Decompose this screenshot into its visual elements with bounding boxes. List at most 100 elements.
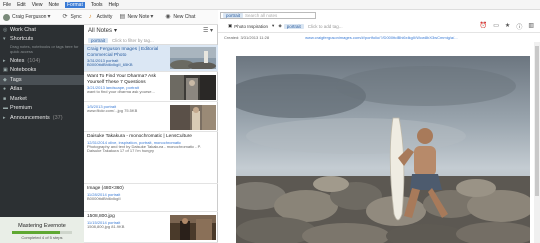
sync-icon: ⟳: [62, 14, 68, 20]
chevron-down-icon: ▾: [272, 23, 275, 28]
mastering-evernote-panel[interactable]: Mastering Evernote Completed 4 of 5 step…: [0, 217, 84, 243]
filter-tag-chip[interactable]: portrait: [88, 37, 109, 43]
new-note-button[interactable]: ▤ New Note ▾: [119, 14, 158, 20]
sidebar-item-notebooks[interactable]: ▣ Notebooks: [0, 66, 84, 76]
sidebar-item-label: Tags: [10, 76, 22, 83]
mastering-progress-bar: [12, 231, 72, 234]
note-icon: ▸: [3, 57, 6, 64]
notebook-selector[interactable]: Photo Inspiration: [234, 24, 268, 29]
new-note-label: New Note: [127, 14, 150, 20]
filter-tag-input[interactable]: Click to filter by tag...: [112, 38, 154, 43]
sidebar-item-label: Atlas: [10, 86, 23, 93]
note-text: Daisuke Takakura - monochromatic | LensC…: [87, 134, 215, 154]
note-actions: ⏰ ▭ ★ ⓘ ▥: [480, 22, 534, 31]
list-item[interactable]: Daisuke Takakura - monochromatic | LensC…: [84, 132, 218, 184]
note-metadata: Created: 3/31/2013 11:28 www.craigfergus…: [218, 33, 540, 42]
add-tag-input[interactable]: Click to add tag...: [308, 24, 343, 29]
note-snippet: B0000ttdBhi6xIkgII: [87, 195, 121, 201]
note-list-header: All Notes ▾ ☰ ▾: [84, 25, 217, 36]
sidebar: ◎ Work Chat ▾ Shortcuts Drag notes, note…: [0, 25, 84, 243]
reminder-icon[interactable]: ⏰: [480, 22, 487, 31]
account-button[interactable]: Craig Ferguson ▾: [3, 13, 55, 21]
notes-count: (104): [27, 57, 41, 64]
bell-icon: ♪: [88, 14, 92, 20]
star-icon: ▾: [3, 36, 6, 43]
menu-bar: File Edit View Note Format Tools Help: [0, 0, 540, 10]
sidebar-item-announcements[interactable]: ▸ Announcements (37): [0, 113, 84, 123]
note-text: Want To Find Your Dharma? Ask Yourself T…: [87, 74, 169, 95]
note-list-title[interactable]: All Notes: [88, 28, 112, 34]
sidebar-item-work-chat[interactable]: ◎ Work Chat: [0, 25, 84, 35]
chat-icon: ◎: [3, 26, 8, 33]
menu-format[interactable]: Format: [65, 1, 85, 8]
sidebar-item-label: Notebooks: [10, 67, 37, 74]
sidebar-item-premium[interactable]: ▬ Premium: [0, 104, 84, 114]
note-title: Craig Ferguson Images | Editorial Commer…: [87, 47, 159, 58]
note-snippet: B0000ttdBhi6xIkgII_65KB: [87, 62, 133, 68]
info-icon[interactable]: ⓘ: [516, 22, 522, 31]
tag-filter-bar: portrait Click to filter by tag...: [84, 36, 217, 45]
list-item[interactable]: Want To Find Your Dharma? Ask Yourself T…: [84, 72, 218, 102]
sidebar-item-tags[interactable]: ◆ Tags: [0, 75, 84, 85]
sidebar-item-label: Premium: [10, 105, 33, 112]
menu-help[interactable]: Help: [109, 2, 119, 8]
mastering-title: Mastering Evernote: [18, 223, 66, 229]
account-name: Craig Ferguson: [12, 14, 47, 20]
editor-scrollbar[interactable]: [534, 42, 540, 243]
note-text: Image (480×360) 11/28/2014 portrait B000…: [87, 186, 169, 201]
progress-fill: [12, 231, 60, 234]
location-pin-icon: ●: [3, 86, 7, 93]
avatar: [3, 13, 10, 21]
sidebar-item-notes[interactable]: ▸ Notes (104): [0, 56, 84, 66]
sidebar-item-label: Announcements: [10, 114, 50, 121]
shortcuts-help-text: Drag notes, notebooks or tags here for q…: [10, 44, 79, 54]
menu-tools[interactable]: Tools: [91, 2, 103, 8]
sidebar-item-label: Notes: [10, 57, 25, 64]
list-item[interactable]: 1508,800.jpg 11/15/2014 portrait 1508,80…: [84, 212, 218, 243]
chat-icon: ◉: [165, 14, 171, 20]
note-snippet: want to find your dharma ask yourse...: [87, 89, 155, 95]
source-url[interactable]: www.craigfergusonimages.com/#/portfolio/…: [305, 35, 458, 40]
search-input[interactable]: portrait Search all notes: [220, 11, 316, 19]
search-placeholder: Search all notes: [245, 12, 278, 18]
main-toolbar: Craig Ferguson ▾ ⟳ Sync ♪ Activity ▤ New…: [0, 10, 218, 25]
announcements-count: (37): [52, 114, 63, 121]
notebook-icon: ▣: [228, 23, 233, 28]
note-toolbar: ▣ Photo Inspiration ▾ ◆ portrait Click t…: [218, 20, 540, 33]
list-item[interactable]: 1/5/2013 portrait www.flickr.com/...jpg …: [84, 102, 218, 132]
note-thumbnail: [170, 215, 216, 240]
chevron-down-icon: ▾: [150, 14, 154, 20]
note-thumbnail: [170, 47, 216, 69]
scrollbar-thumb[interactable]: [535, 46, 539, 196]
note-tag-chip[interactable]: portrait: [283, 23, 304, 29]
delete-icon[interactable]: ▥: [528, 22, 534, 31]
sync-button[interactable]: ⟳ Sync: [62, 14, 81, 20]
activity-label: Activity: [96, 14, 113, 20]
menu-view[interactable]: View: [32, 2, 43, 8]
present-icon[interactable]: ▭: [493, 22, 499, 31]
announcement-icon: ▸: [3, 114, 6, 121]
shortcut-star-icon[interactable]: ★: [505, 22, 510, 31]
mastering-steps: Completed 4 of 5 steps: [21, 235, 63, 240]
sync-label: Sync: [70, 14, 82, 20]
menu-file[interactable]: File: [3, 2, 11, 8]
menu-edit[interactable]: Edit: [17, 2, 26, 8]
view-options-icon[interactable]: ☰ ▾: [203, 27, 213, 34]
notebook-icon: ▣: [3, 67, 8, 74]
sidebar-item-atlas[interactable]: ● Atlas: [0, 85, 84, 95]
chevron-down-icon: ▾: [114, 28, 118, 34]
menu-note[interactable]: Note: [48, 2, 59, 8]
list-item[interactable]: Image (480×360) 11/28/2014 portrait B000…: [84, 184, 218, 212]
new-chat-button[interactable]: ◉ New Chat: [165, 14, 195, 20]
note-snippet: Photography and text by Daisuke Takakura…: [87, 143, 201, 154]
activity-button[interactable]: ♪ Activity: [89, 14, 113, 20]
note-list: All Notes ▾ ☰ ▾ portrait Click to filter…: [84, 25, 218, 243]
market-icon: ■: [3, 95, 7, 102]
sidebar-item-label: Work Chat: [10, 26, 36, 33]
list-item[interactable]: Craig Ferguson Images | Editorial Commer…: [84, 45, 218, 72]
sidebar-item-shortcuts[interactable]: ▾ Shortcuts: [0, 35, 84, 45]
sidebar-item-market[interactable]: ■ Market: [0, 94, 84, 104]
note-text: 1/5/2013 portrait www.flickr.com/...jpg …: [87, 104, 169, 114]
note-thumbnail: [170, 75, 216, 100]
search-tag-chip[interactable]: portrait: [223, 12, 244, 18]
